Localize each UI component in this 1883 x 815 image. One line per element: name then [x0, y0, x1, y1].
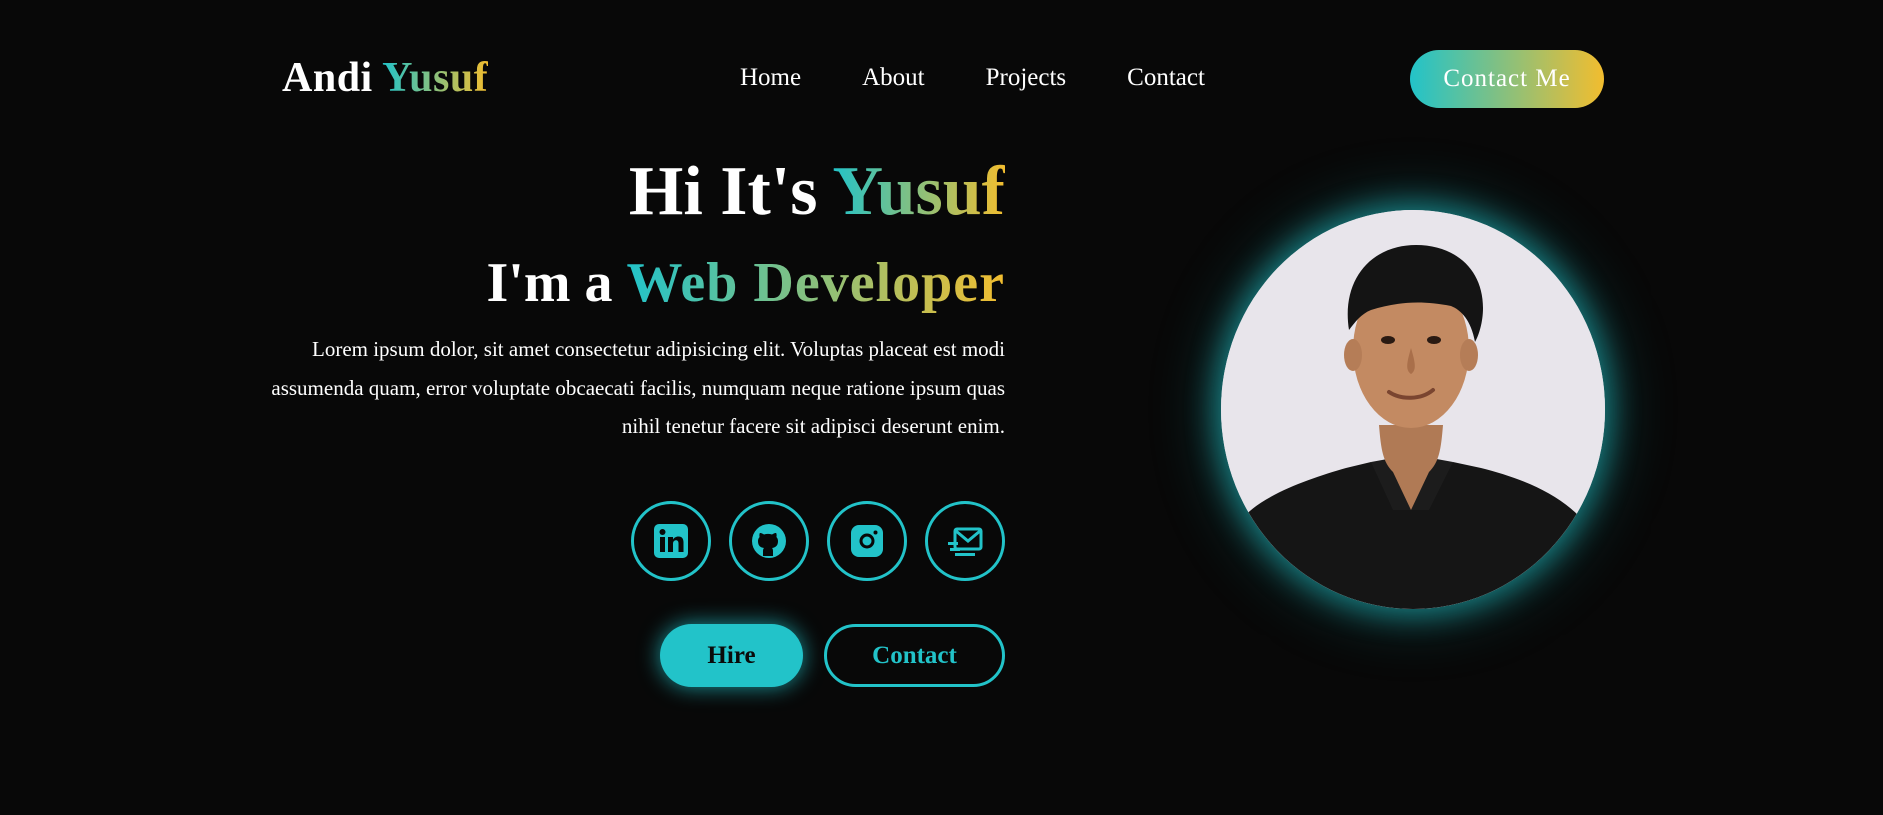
role-title: Web Developer	[626, 252, 1005, 314]
portrait-illustration	[1221, 210, 1605, 609]
github-link[interactable]	[729, 501, 809, 581]
nav-home[interactable]: Home	[740, 62, 801, 94]
hero-description: Lorem ipsum dolor, sit amet consectetur …	[271, 337, 1005, 438]
role-prefix: I'm a	[486, 252, 613, 314]
nav-about[interactable]: About	[862, 62, 925, 94]
instagram-link[interactable]	[827, 501, 907, 581]
email-link[interactable]	[925, 501, 1005, 581]
greeting-prefix: Hi It's	[628, 153, 818, 230]
nav-projects[interactable]: Projects	[986, 62, 1067, 94]
linkedin-link[interactable]	[631, 501, 711, 581]
hero-section: Hi It's Yusuf I'm a Web Developer Lorem …	[245, 150, 1005, 446]
contact-button[interactable]: Contact	[824, 624, 1005, 687]
main-nav: Home About Projects Contact	[740, 62, 1205, 94]
logo-last-name: Yusuf	[382, 55, 489, 101]
hire-button[interactable]: Hire	[660, 624, 803, 687]
greeting-name: Yusuf	[832, 153, 1005, 230]
instagram-icon	[851, 525, 883, 557]
logo-first-name: Andi	[282, 55, 373, 101]
contact-me-button[interactable]: Contact Me	[1410, 50, 1604, 108]
portfolio-page: Andi Yusuf Home About Projects Contact C…	[0, 0, 1883, 815]
hero-greeting: Hi It's Yusuf	[245, 150, 1005, 234]
hero-role: I'm a Web Developer	[245, 250, 1005, 316]
site-logo[interactable]: Andi Yusuf	[282, 52, 488, 104]
nav-contact[interactable]: Contact	[1127, 62, 1205, 94]
mail-send-icon	[948, 527, 983, 556]
social-links	[631, 501, 1005, 581]
linkedin-icon	[654, 524, 688, 558]
github-icon	[752, 524, 786, 558]
profile-photo	[1221, 210, 1605, 609]
